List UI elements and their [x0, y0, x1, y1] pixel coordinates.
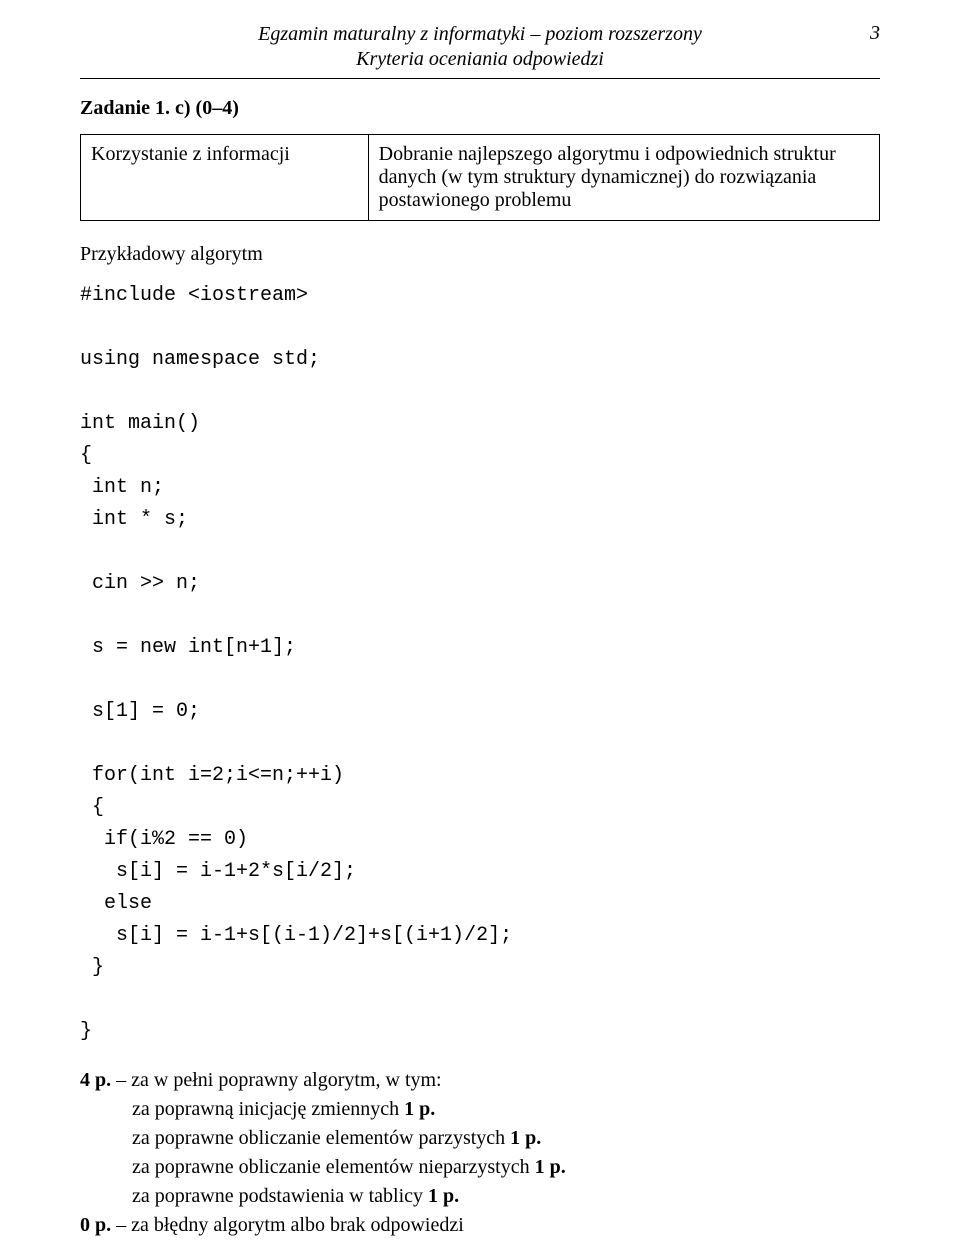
scoring-indent-1-points: 1 p.: [404, 1098, 435, 1120]
criteria-table: Korzystanie z informacji Dobranie najlep…: [80, 134, 880, 221]
task-title: Zadanie 1. c) (0–4): [80, 97, 880, 120]
header: Egzamin maturalny z informatyki – poziom…: [80, 22, 880, 72]
scoring-indent-2: za poprawne obliczanie elementów parzyst…: [80, 1124, 880, 1153]
algorithm-label: Przykładowy algorytm: [80, 243, 880, 266]
divider: [80, 78, 880, 79]
scoring-indent-3-text: za poprawne obliczanie elementów nieparz…: [132, 1156, 535, 1178]
scoring-indent-3-points: 1 p.: [535, 1156, 566, 1178]
scoring-indent-3: za poprawne obliczanie elementów nieparz…: [80, 1153, 880, 1182]
scoring-indent-1-text: za poprawną inicjację zmiennych: [132, 1098, 404, 1120]
criteria-right: Dobranie najlepszego algorytmu i odpowie…: [368, 135, 879, 221]
page-number: 3: [870, 22, 880, 45]
scoring-block: 4 p. – za w pełni poprawny algorytm, w t…: [80, 1066, 880, 1240]
criteria-left: Korzystanie z informacji: [81, 135, 369, 221]
scoring-indent-2-text: za poprawne obliczanie elementów parzyst…: [132, 1127, 510, 1149]
scoring-indent-4-points: 1 p.: [428, 1185, 459, 1207]
header-block: Egzamin maturalny z informatyki – poziom…: [80, 22, 880, 72]
points-4: 4 p.: [80, 1069, 111, 1091]
scoring-line-1-text: – za w pełni poprawny algorytm, w tym:: [111, 1069, 442, 1091]
scoring-line-1: 4 p. – za w pełni poprawny algorytm, w t…: [80, 1066, 880, 1095]
header-line-2: Kryteria oceniania odpowiedzi: [356, 48, 604, 70]
code-block: #include <iostream> using namespace std;…: [80, 280, 880, 1048]
scoring-line-2: 0 p. – za błędny algorytm albo brak odpo…: [80, 1211, 880, 1240]
page: Egzamin maturalny z informatyki – poziom…: [0, 0, 960, 1185]
scoring-indent-2-points: 1 p.: [510, 1127, 541, 1149]
scoring-line-2-text: – za błędny algorytm albo brak odpowiedz…: [111, 1214, 464, 1236]
scoring-indent-1: za poprawną inicjację zmiennych 1 p.: [80, 1095, 880, 1124]
header-line-1: Egzamin maturalny z informatyki – poziom…: [258, 23, 702, 45]
table-row: Korzystanie z informacji Dobranie najlep…: [81, 135, 880, 221]
scoring-indent-4-text: za poprawne podstawienia w tablicy: [132, 1185, 428, 1207]
scoring-indent-4: za poprawne podstawienia w tablicy 1 p.: [80, 1182, 880, 1211]
points-0: 0 p.: [80, 1214, 111, 1236]
